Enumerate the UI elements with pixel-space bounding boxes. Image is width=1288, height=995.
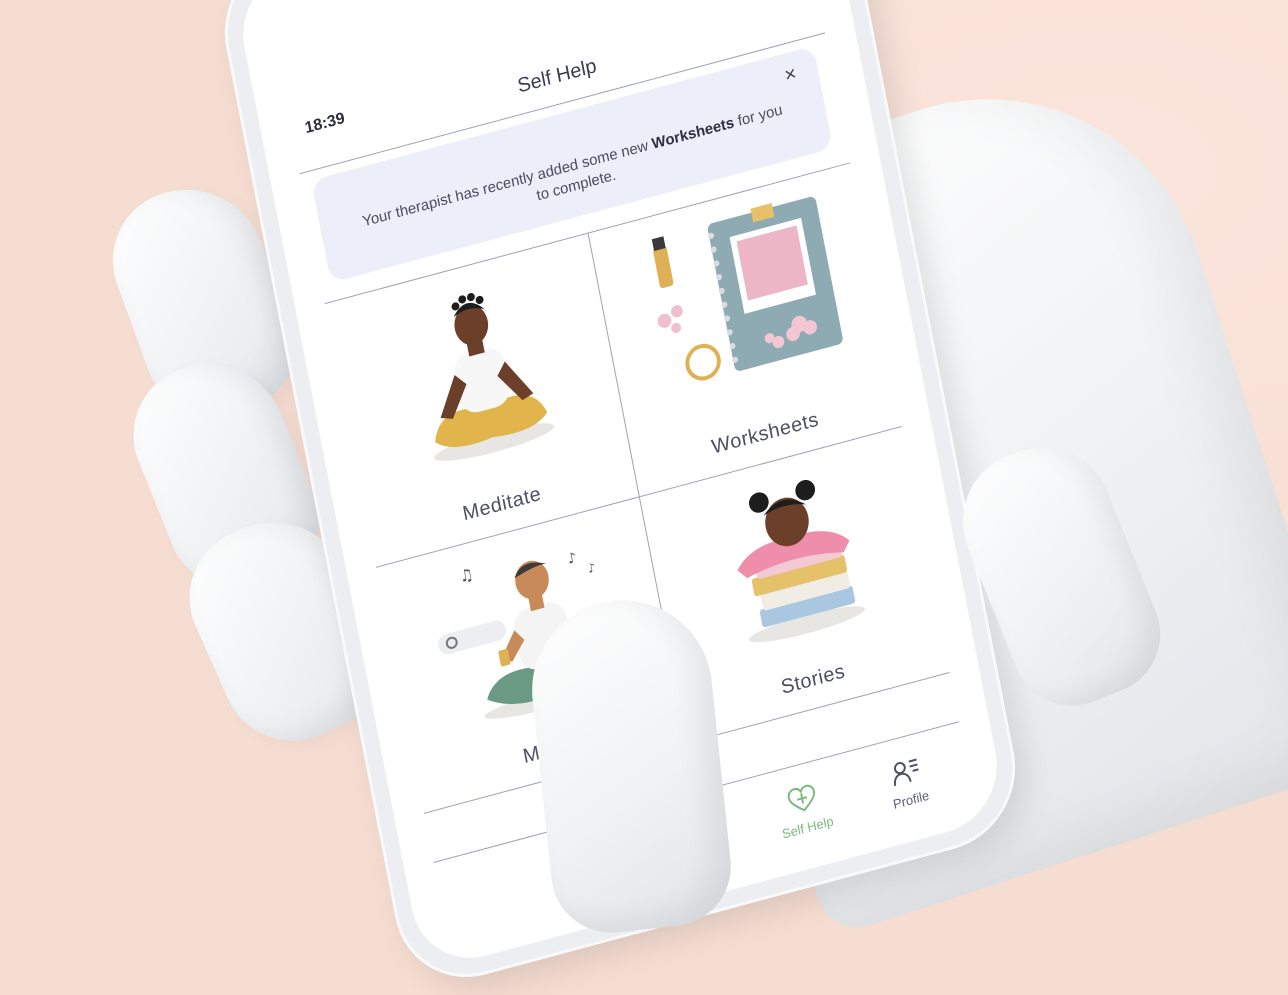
- tab-self-help[interactable]: Self Help: [751, 772, 857, 848]
- tile-label-stories: Stories: [779, 660, 847, 699]
- girl-with-books-illustration: [737, 479, 865, 643]
- svg-text:♪: ♪: [586, 560, 596, 576]
- close-icon[interactable]: ×: [779, 62, 802, 87]
- heart-plus-icon: [787, 784, 816, 812]
- svg-text:♫: ♫: [457, 564, 474, 586]
- person-list-icon: [893, 758, 919, 787]
- meditating-person-illustration: [434, 293, 554, 461]
- tab-profile[interactable]: Profile: [855, 744, 961, 820]
- notebook-illustration: [651, 196, 843, 381]
- svg-text:♪: ♪: [566, 550, 578, 568]
- banner-text-bold: Worksheets: [650, 114, 736, 153]
